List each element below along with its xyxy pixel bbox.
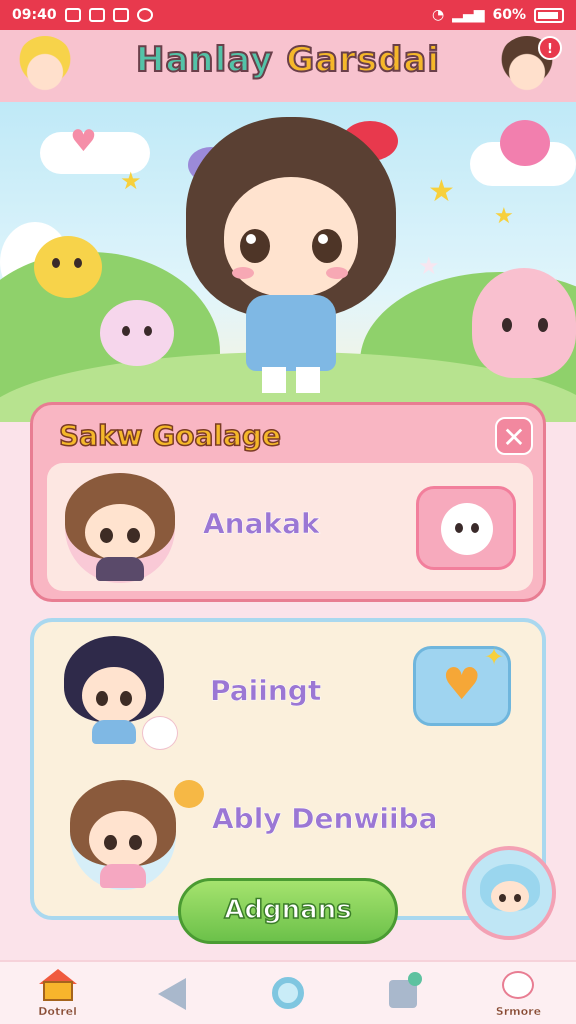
character-blush (326, 267, 348, 279)
nav-center[interactable] (230, 962, 345, 1024)
battery-percent: 60% (492, 7, 526, 23)
character-legs (262, 367, 320, 393)
close-button[interactable]: ✕ (495, 417, 533, 455)
character-eye (240, 229, 270, 263)
friend-portrait (65, 473, 175, 583)
cat-face-icon (441, 503, 493, 555)
notification-icon (112, 8, 129, 22)
pink-cat-pet (100, 300, 174, 366)
companion-portrait (480, 864, 540, 924)
character-dress (246, 295, 336, 371)
notification-badge[interactable]: ! (538, 36, 562, 60)
nav-more[interactable]: Srmore (461, 962, 576, 1024)
clock-time: 09:40 (12, 7, 57, 23)
primary-action-button[interactable]: Adgnans (178, 878, 398, 944)
heart-button-icon: ♥ (442, 659, 482, 710)
add-friend-button[interactable] (416, 486, 516, 570)
sparkle-icon: ✦ (484, 643, 505, 671)
companion-avatar-button[interactable] (462, 846, 556, 940)
star-icon: ★ (428, 174, 455, 209)
battery-icon (534, 7, 564, 23)
nav-home-label: Dotrel (38, 1004, 77, 1018)
check-icon (408, 972, 423, 986)
friend-portrait (70, 780, 176, 890)
nav-back[interactable] (115, 962, 230, 1024)
send-heart-button[interactable]: ♥ ✦ (413, 643, 511, 726)
message-icon (384, 972, 423, 1010)
circle-icon (269, 976, 307, 1010)
friend-name: Ably Denwiiba (212, 802, 438, 836)
pink-jelly-pet (472, 268, 576, 378)
app-title-part1: Hanlay (135, 39, 274, 81)
star-icon: ★ (494, 204, 514, 229)
yellow-bear-pet (34, 236, 102, 298)
nav-home[interactable]: Dotrel (0, 962, 115, 1024)
back-triangle-icon (154, 976, 192, 1010)
star-icon: ★ (120, 167, 142, 195)
main-character (186, 117, 398, 397)
home-icon (38, 968, 77, 1003)
pink-bird-pet (500, 120, 550, 166)
app-title-part2: Garsdai (285, 39, 440, 81)
gallery-icon (64, 8, 81, 22)
character-eye (312, 229, 342, 263)
app-header: Hanlay Garsdai (0, 30, 576, 112)
bottom-navigation: Dotrel Srmore (0, 960, 576, 1024)
wifi-icon: ◔ (431, 7, 445, 23)
app-title: Hanlay Garsdai (100, 39, 476, 81)
friend-name: Anakak (203, 507, 320, 541)
status-bar: 09:40 ◔ ▂▄▆ 60% (0, 0, 576, 30)
friend-name: Paiingt (210, 674, 322, 708)
signal-icon: ▂▄▆ (452, 7, 485, 23)
messenger-icon (136, 8, 153, 22)
cat-icon (499, 969, 537, 1003)
character-blush (232, 267, 254, 279)
white-cat-pet (142, 716, 178, 750)
nav-more-label: Srmore (495, 1004, 542, 1018)
panel-title: Sakw Goalage (58, 418, 281, 453)
star-icon: ★ (418, 252, 440, 280)
yellow-bear-pet (174, 780, 204, 808)
edit-icon (88, 8, 105, 22)
game-scene: ♥ ★ ★ ★ ★ (0, 102, 576, 422)
player-avatar[interactable] (16, 36, 74, 94)
heart-icon: ♥ (70, 124, 97, 159)
nav-messages[interactable] (346, 962, 461, 1024)
